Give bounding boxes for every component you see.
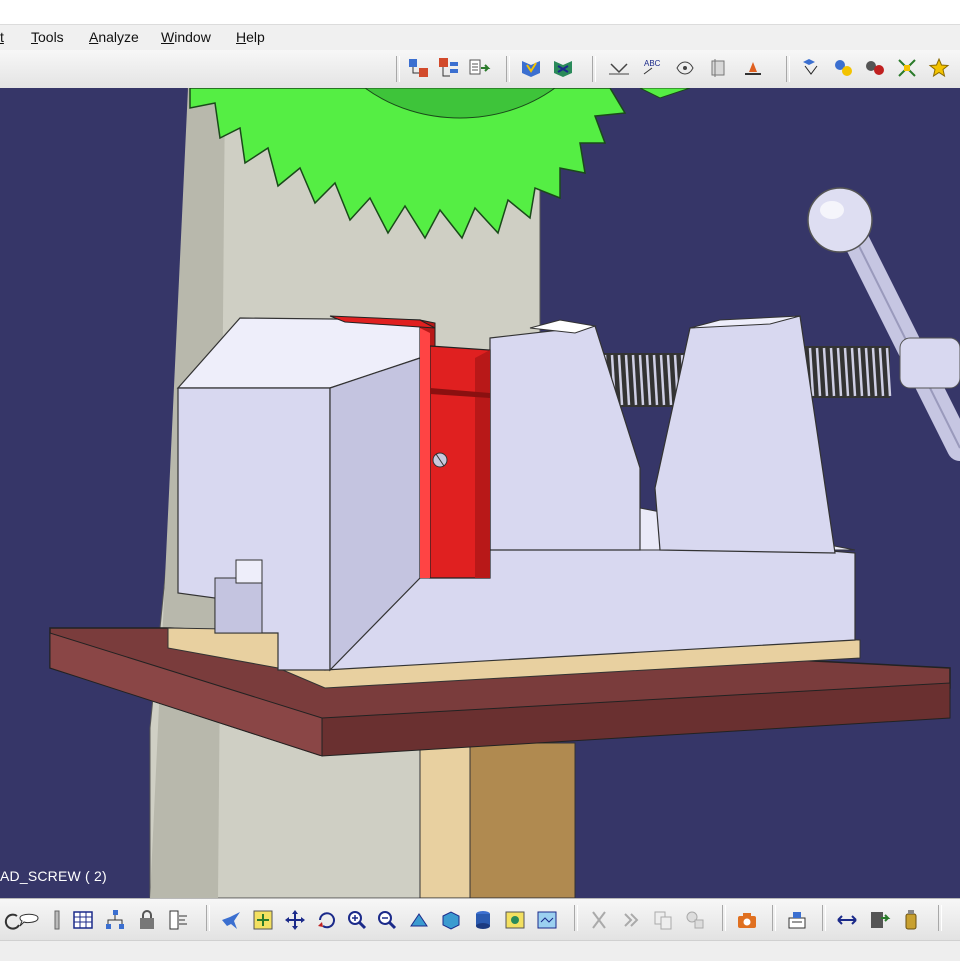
existing-component-icon[interactable] — [466, 55, 492, 81]
bottom-toolbar — [0, 898, 960, 941]
camera-icon[interactable] — [734, 907, 760, 933]
bolt-icon[interactable] — [44, 907, 70, 933]
tools-icon[interactable] — [682, 907, 708, 933]
toolbar-separator — [592, 56, 596, 82]
menu-bar: t Tools Analyze Window Help — [0, 24, 960, 51]
vise-handle — [807, 187, 960, 461]
annotation-text-icon[interactable]: ABC — [640, 55, 666, 81]
toolbar-separator — [786, 56, 790, 82]
shading-icon[interactable] — [470, 907, 496, 933]
section-icon[interactable] — [706, 55, 732, 81]
selected-part-label: AD_SCREW ( 2) — [0, 868, 107, 884]
status-bar — [0, 940, 960, 961]
product-structure-icon[interactable] — [406, 55, 432, 81]
toolbar-separator — [574, 905, 578, 931]
spec-tree-icon[interactable] — [166, 907, 192, 933]
top-toolbar: ABC — [0, 50, 960, 89]
toolbar-separator — [938, 905, 942, 931]
menu-tools[interactable]: Tools — [31, 29, 64, 45]
svg-text:ABC: ABC — [644, 59, 661, 68]
mass-icon[interactable] — [898, 907, 924, 933]
capture-icon[interactable] — [784, 907, 810, 933]
cut-icon[interactable] — [586, 907, 612, 933]
title-strip — [0, 0, 960, 24]
measure-between-icon[interactable] — [834, 907, 860, 933]
assembly-scene — [49, 88, 960, 898]
manipulate-icon[interactable] — [550, 55, 576, 81]
iso-view-icon[interactable] — [438, 907, 464, 933]
swap-visible-icon[interactable] — [534, 907, 560, 933]
toolbar-separator — [206, 905, 210, 931]
toolbar-separator — [822, 905, 826, 931]
comment-icon[interactable] — [16, 907, 42, 933]
menu-analyze[interactable]: Analyze — [89, 29, 139, 45]
table-icon[interactable] — [70, 907, 96, 933]
scene-icon[interactable] — [926, 55, 952, 81]
support-post-face — [419, 742, 471, 898]
rotate-icon[interactable] — [314, 907, 340, 933]
toolbar-separator — [772, 905, 776, 931]
measure-icon[interactable] — [740, 55, 766, 81]
fit-all-icon[interactable] — [250, 907, 276, 933]
vise-body — [176, 315, 856, 672]
lock-icon[interactable] — [134, 907, 160, 933]
zoom-out-icon[interactable] — [374, 907, 400, 933]
paste-icon[interactable] — [618, 907, 644, 933]
distance-icon[interactable] — [862, 55, 888, 81]
fix-constraint-icon[interactable] — [518, 55, 544, 81]
copy-icon[interactable] — [650, 907, 676, 933]
menu-insert-partial[interactable]: t — [0, 29, 4, 45]
3d-viewport[interactable]: AD_SCREW ( 2) — [0, 88, 960, 898]
menu-window[interactable]: Window — [161, 29, 211, 45]
pan-icon[interactable] — [282, 907, 308, 933]
toolbar-separator — [396, 56, 400, 82]
clash-icon[interactable] — [830, 55, 856, 81]
insert-icon[interactable] — [866, 907, 892, 933]
hide-show-icon[interactable] — [502, 907, 528, 933]
assembly-icon[interactable] — [436, 55, 462, 81]
normal-view-icon[interactable] — [406, 907, 432, 933]
fly-mode-icon[interactable] — [218, 907, 244, 933]
zoom-in-icon[interactable] — [344, 907, 370, 933]
toolbar-separator — [506, 56, 510, 82]
toolbar-separator — [722, 905, 726, 931]
catalog-icon[interactable] — [798, 55, 824, 81]
sectioning-icon[interactable] — [894, 55, 920, 81]
snap-icon[interactable] — [606, 55, 632, 81]
menu-help[interactable]: Help — [236, 29, 265, 45]
flag-note-icon[interactable] — [672, 55, 698, 81]
tree-icon[interactable] — [102, 907, 128, 933]
